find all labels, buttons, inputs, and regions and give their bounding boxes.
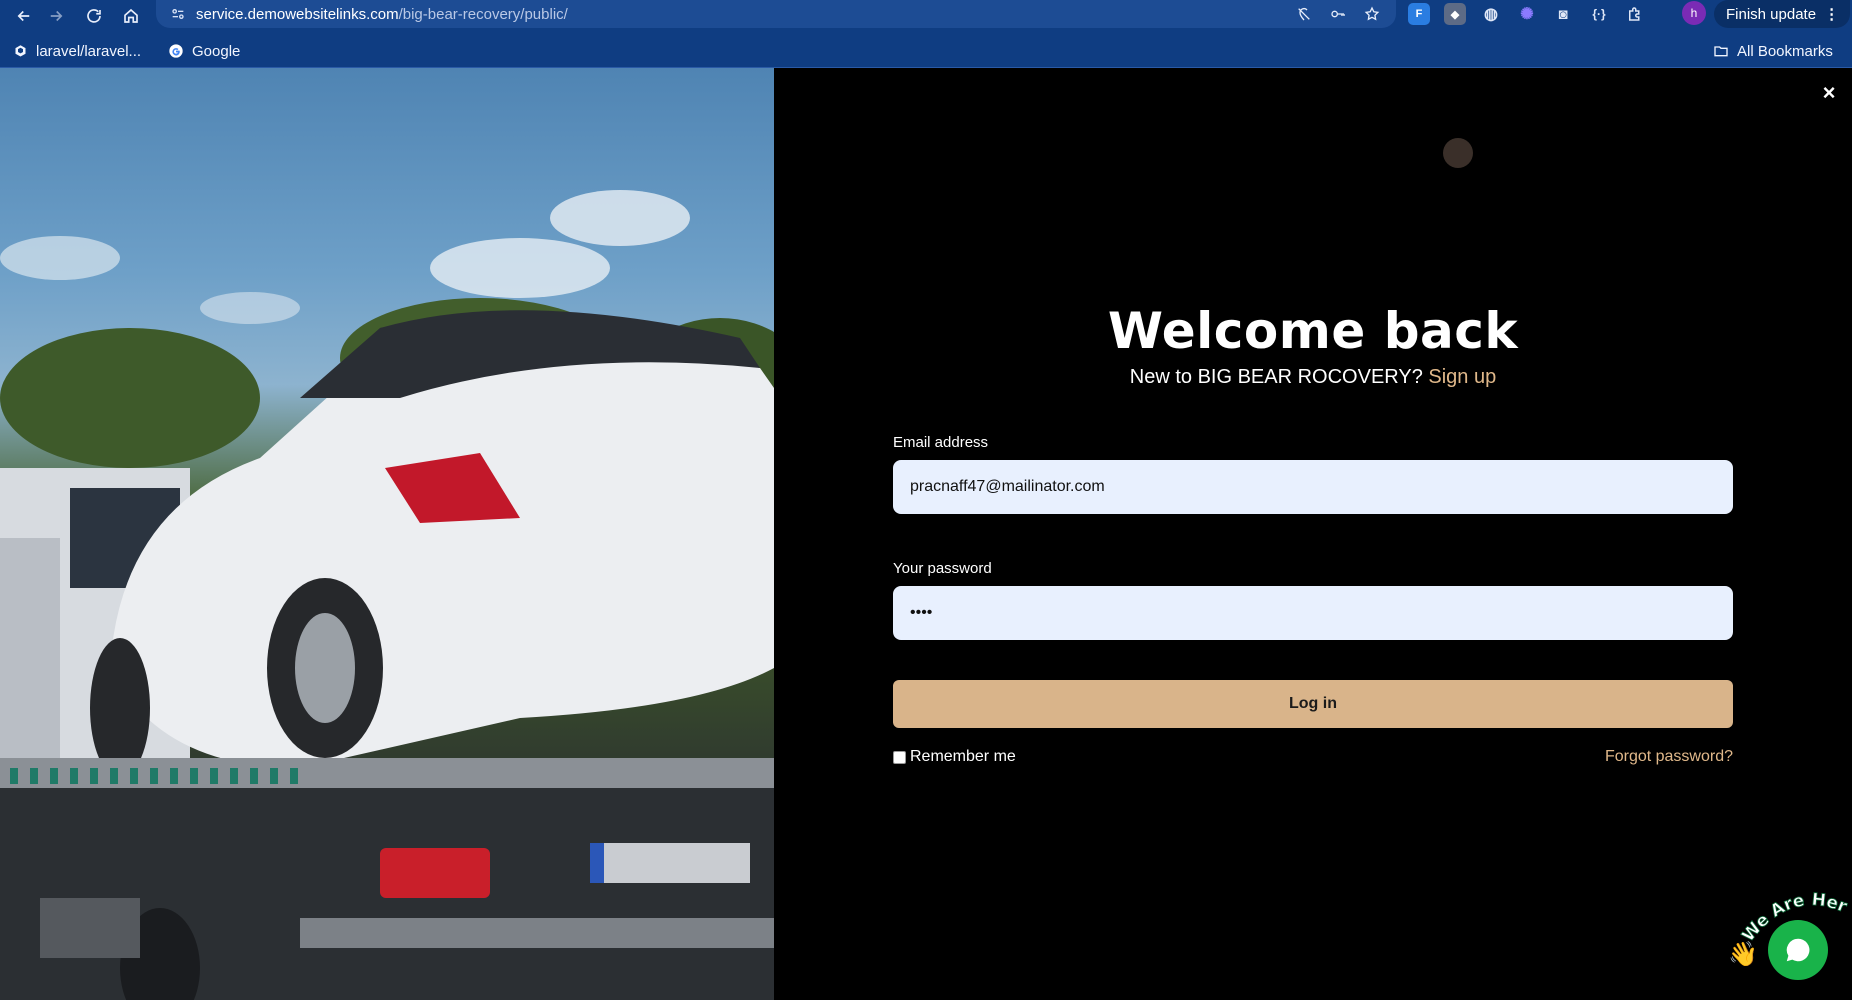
login-button[interactable]: Log in	[893, 680, 1733, 728]
extensions-puzzle-icon[interactable]	[1624, 3, 1646, 25]
arrow-left-icon	[17, 10, 30, 22]
bookmark-label: laravel/laravel...	[36, 42, 142, 60]
home-icon	[124, 8, 138, 23]
remember-me[interactable]: Remember me	[893, 748, 1016, 766]
extension-code-icon[interactable]: {·}	[1588, 3, 1610, 25]
close-button[interactable]: ×	[1818, 80, 1840, 105]
back-button[interactable]	[10, 2, 38, 30]
bookmark-google[interactable]: Google	[168, 40, 240, 62]
laravel-icon	[12, 43, 28, 59]
remember-label: Remember me	[910, 748, 1016, 765]
signup-prompt-text: New to BIG BEAR ROCOVERY?	[1129, 366, 1423, 388]
url-text: service.demowebsitelinks.com/big-bear-re…	[196, 6, 568, 23]
reload-icon	[87, 9, 101, 23]
email-field[interactable]	[893, 460, 1733, 514]
arrow-right-icon	[50, 10, 63, 22]
all-bookmarks-button[interactable]: All Bookmarks	[1713, 40, 1833, 62]
kebab-menu-icon[interactable]: ⋮	[1824, 5, 1839, 23]
finish-update-label: Finish update	[1726, 5, 1817, 23]
email-label: Email address	[893, 434, 989, 451]
login-panel: Welcome back New to BIG BEAR ROCOVERY? S…	[893, 68, 1733, 1000]
home-button[interactable]	[117, 2, 145, 30]
forgot-password-link[interactable]: Forgot password?	[1605, 748, 1733, 766]
google-icon	[168, 43, 184, 59]
site-info-icon[interactable]	[164, 0, 192, 28]
profile-avatar[interactable]: h	[1682, 1, 1706, 25]
location-off-icon[interactable]	[1294, 4, 1314, 24]
chat-bubble-icon	[1786, 938, 1810, 962]
wave-hand-icon: 👋	[1728, 941, 1758, 968]
page-title: Welcome back	[1107, 302, 1519, 360]
folder-icon	[1713, 43, 1729, 59]
forward-button[interactable]	[42, 2, 70, 30]
extension-gear-icon[interactable]: ✺	[1516, 3, 1538, 25]
page-content: × Welcome back New to BIG BEAR ROCOVERY?…	[0, 68, 1852, 1000]
url-host: service.demowebsitelinks.com	[196, 5, 399, 23]
all-bookmarks-label: All Bookmarks	[1737, 42, 1833, 60]
extension-fi-icon[interactable]: F	[1408, 3, 1430, 25]
extension-globe-icon[interactable]: ◍	[1480, 3, 1502, 25]
remember-checkbox[interactable]	[893, 750, 906, 764]
tow-truck-illustration	[0, 190, 774, 1000]
password-field[interactable]	[893, 586, 1733, 640]
extension-camera-icon[interactable]: ◙	[1552, 3, 1574, 25]
url-path: /big-bear-recovery/public/	[398, 5, 568, 23]
reload-button[interactable]	[80, 2, 108, 30]
signup-link[interactable]: Sign up	[1428, 366, 1496, 388]
bookmark-laravel[interactable]: laravel/laravel...	[12, 40, 141, 62]
password-label: Your password	[893, 560, 992, 577]
extensions-row: F ◆ ◍ ✺ ◙ {·}	[1408, 3, 1646, 25]
bookmarks-bar: laravel/laravel... Google All Bookmarks	[0, 34, 1852, 68]
address-bar[interactable]: service.demowebsitelinks.com/big-bear-re…	[156, 0, 1396, 28]
hero-image	[0, 68, 774, 1000]
bookmark-label: Google	[192, 42, 241, 60]
browser-toolbar: service.demowebsitelinks.com/big-bear-re…	[0, 0, 1852, 34]
finish-update-button[interactable]: Finish update ⋮	[1714, 0, 1850, 28]
key-icon[interactable]	[1328, 4, 1348, 24]
signup-prompt: New to BIG BEAR ROCOVERY? Sign up	[893, 366, 1733, 389]
chat-button[interactable]	[1768, 920, 1828, 980]
star-icon[interactable]	[1362, 4, 1382, 24]
extension-shield-icon[interactable]: ◆	[1444, 3, 1466, 25]
